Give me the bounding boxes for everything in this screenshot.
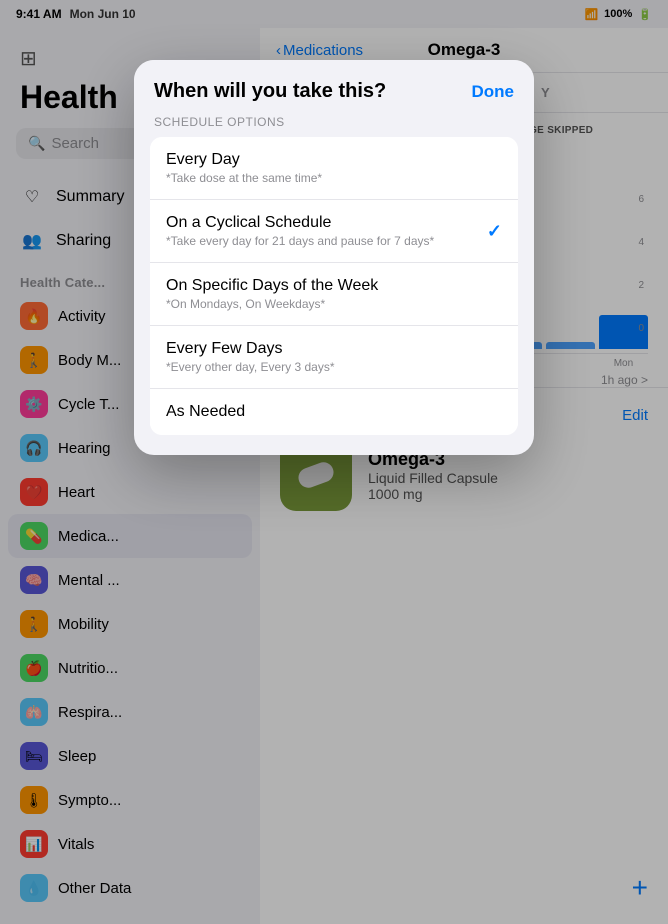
- option-every-day-subtitle: *Take dose at the same time*: [166, 171, 322, 185]
- modal-overlay: When will you take this? Done SCHEDULE O…: [0, 0, 668, 924]
- modal-bottom-space: [134, 435, 534, 455]
- option-as-needed[interactable]: As Needed: [150, 389, 518, 435]
- option-cyclical-subtitle: *Take every day for 21 days and pause fo…: [166, 234, 434, 248]
- option-cyclical[interactable]: On a Cyclical Schedule *Take every day f…: [150, 200, 518, 263]
- option-as-needed-content: As Needed: [166, 403, 245, 421]
- option-specific-days[interactable]: On Specific Days of the Week *On Mondays…: [150, 263, 518, 326]
- option-as-needed-title: As Needed: [166, 403, 245, 421]
- option-cyclical-content: On a Cyclical Schedule *Take every day f…: [166, 214, 434, 248]
- option-every-few-days-title: Every Few Days: [166, 340, 335, 358]
- option-every-few-days[interactable]: Every Few Days *Every other day, Every 3…: [150, 326, 518, 389]
- modal-done-button[interactable]: Done: [472, 82, 515, 102]
- option-every-few-days-content: Every Few Days *Every other day, Every 3…: [166, 340, 335, 374]
- modal-title: When will you take this?: [154, 80, 386, 103]
- schedule-modal: When will you take this? Done SCHEDULE O…: [134, 60, 534, 455]
- modal-options: Every Day *Take dose at the same time* O…: [150, 137, 518, 435]
- option-specific-days-title: On Specific Days of the Week: [166, 277, 378, 295]
- option-specific-days-subtitle: *On Mondays, On Weekdays*: [166, 297, 378, 311]
- option-every-day-content: Every Day *Take dose at the same time*: [166, 151, 322, 185]
- option-cyclical-title: On a Cyclical Schedule: [166, 214, 434, 232]
- modal-section-label: SCHEDULE OPTIONS: [134, 115, 534, 137]
- check-icon: ✓: [487, 221, 502, 242]
- modal-header: When will you take this? Done: [134, 60, 534, 115]
- option-every-day-title: Every Day: [166, 151, 322, 169]
- option-every-day[interactable]: Every Day *Take dose at the same time*: [150, 137, 518, 200]
- option-specific-days-content: On Specific Days of the Week *On Mondays…: [166, 277, 378, 311]
- option-every-few-days-subtitle: *Every other day, Every 3 days*: [166, 360, 335, 374]
